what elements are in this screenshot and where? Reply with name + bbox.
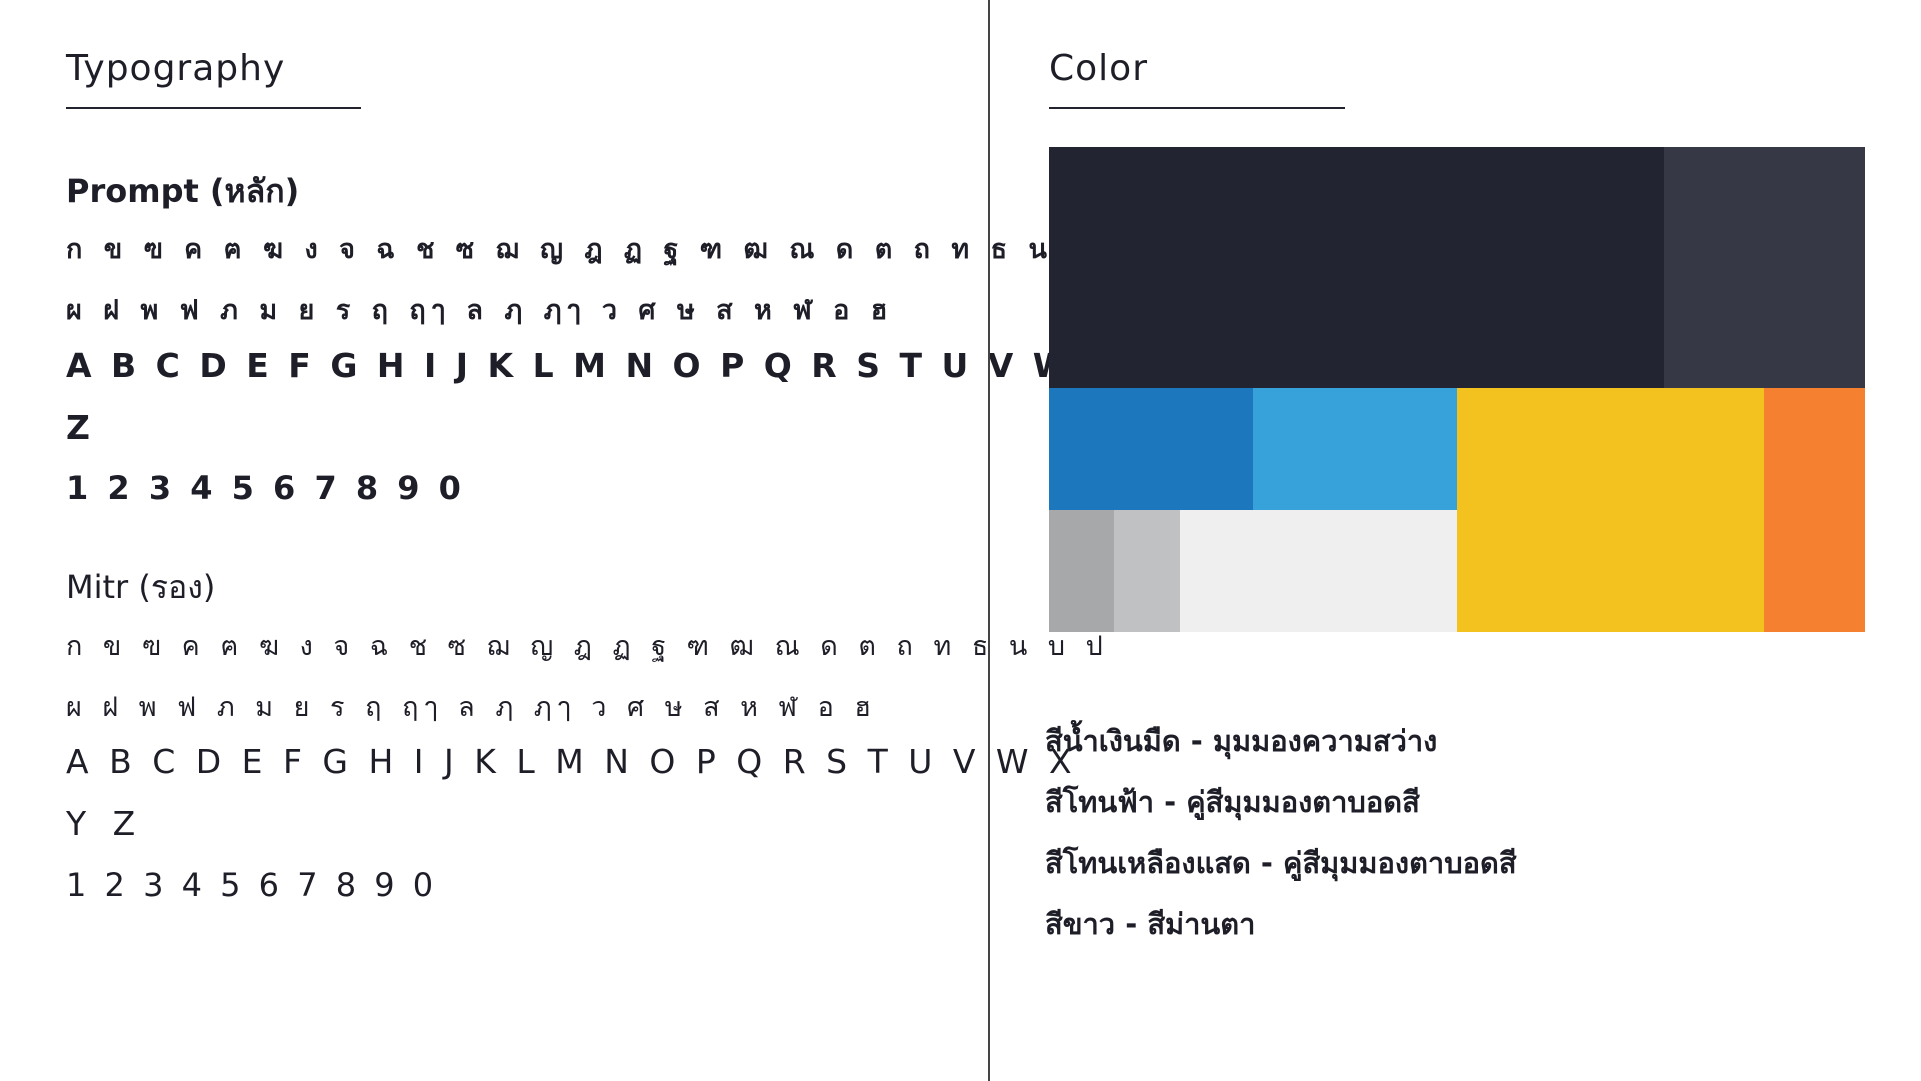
color-description-yellow-orange: สีโทนเหลืองแสด - คู่สีมุมมองตาบอดสี	[1045, 846, 1517, 880]
typography-title: Typography	[66, 48, 286, 89]
color-description-white: สีขาว - สีม่านตา	[1045, 907, 1256, 941]
color-description-blue: สีโทนฟ้า - คู่สีมุมมองตาบอดสี	[1045, 785, 1420, 819]
primary-thai-line-1: ก ข ฃ ค ฅ ฆ ง จ ฉ ช ซ ฌ ญ ฎ ฏ ฐ ฑ ฒ ณ ด …	[66, 234, 1131, 265]
color-title-underline	[1049, 107, 1345, 109]
swatch-orange	[1764, 388, 1865, 632]
secondary-digits: 1 2 3 4 5 6 7 8 9 0	[66, 866, 438, 904]
swatch-gray-dark	[1049, 510, 1114, 632]
primary-latin-line-2: Z	[66, 408, 102, 447]
color-description-navy: สีน้ำเงินมืด - มุมมองความสว่าง	[1045, 724, 1438, 758]
swatch-white	[1180, 510, 1457, 632]
swatch-navy-light	[1664, 147, 1865, 388]
swatch-blue-light	[1253, 388, 1457, 510]
swatch-yellow	[1457, 388, 1764, 632]
typography-title-underline	[66, 107, 361, 109]
swatch-navy-dark	[1049, 147, 1664, 388]
secondary-thai-line-2: ผ ฝ พ ฟ ภ ม ย ร ฤ ฤๅ ล ฦ ฦๅ ว ศ ษ ส ห ฬ …	[66, 692, 877, 723]
color-palette	[1049, 147, 1865, 632]
swatch-blue-dark	[1049, 388, 1253, 510]
color-title: Color	[1049, 48, 1148, 89]
primary-font-name: Prompt (หลัก)	[66, 172, 300, 210]
primary-latin-line-1: A B C D E F G H I J K L M N O P Q R S T …	[66, 346, 1162, 385]
swatch-gray-light	[1114, 510, 1180, 632]
primary-thai-line-2: ผ ฝ พ ฟ ภ ม ย ร ฤ ฤๅ ล ฦ ฦๅ ว ศ ษ ส ห ฬ …	[66, 295, 894, 326]
secondary-thai-line-1: ก ข ฃ ค ฅ ฆ ง จ ฉ ช ซ ฌ ญ ฎ ฏ ฐ ฑ ฒ ณ ด …	[66, 631, 1109, 662]
column-divider	[988, 0, 990, 1081]
secondary-font-name: Mitr (รอง)	[66, 568, 216, 606]
secondary-latin-line-2: Y Z	[66, 804, 144, 843]
secondary-latin-line-1: A B C D E F G H I J K L M N O P Q R S T …	[66, 742, 1077, 781]
primary-digits: 1 2 3 4 5 6 7 8 9 0	[66, 469, 465, 507]
